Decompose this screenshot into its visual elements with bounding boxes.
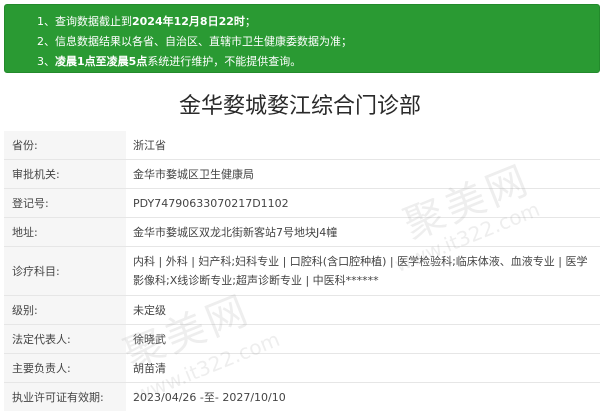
info-row: 法定代表人: 徐晓武: [4, 325, 600, 354]
info-row: 省份: 浙江省: [4, 131, 600, 160]
row-label: 级别:: [4, 296, 126, 324]
page-title: 金华婺城婺江综合门诊部: [178, 94, 421, 119]
row-label: 登记号:: [4, 189, 126, 217]
info-table: 省份: 浙江省 审批机关: 金华市婺城区卫生健康局 登记号: PDY74790633070…: [4, 131, 600, 411]
notice-text: 系统进行维护，不能提供查询。: [147, 55, 302, 68]
notice-text: 信息数据结果以各省、自治区、直辖市卫生健康委数据为准；: [55, 35, 352, 48]
info-row: 登记号: PDY74790633070217D1102: [4, 189, 600, 218]
notice-emphasis: 凌晨1点至凌晨5点: [55, 55, 148, 68]
notice-text: ；: [244, 15, 256, 28]
notice-line: 1、查询数据截止到2024年12月8日22时；: [37, 12, 599, 32]
row-label: 执业许可证有效期:: [4, 383, 126, 411]
row-label: 审批机关:: [4, 160, 126, 188]
notice-line: 2、信息数据结果以各省、自治区、直辖市卫生健康委数据为准；: [37, 32, 599, 52]
info-row: 审批机关: 金华市婺城区卫生健康局: [4, 160, 600, 189]
row-label: 诊疗科目:: [4, 247, 126, 295]
row-label: 主要负责人:: [4, 354, 126, 382]
row-value: 胡苗清: [133, 361, 166, 375]
notice-number: 3、: [37, 55, 55, 68]
row-value: PDY74790633070217D1102: [133, 196, 289, 210]
notice-emphasis: 2024年12月8日22时: [132, 15, 245, 28]
row-label: 省份:: [4, 131, 126, 159]
row-value: 内科 | 外科 | 妇产科;妇科专业 | 口腔科(含口腔种植) | 医学检验科;…: [133, 255, 588, 287]
notice-text: 查询数据截止到: [55, 15, 132, 28]
row-label: 地址:: [4, 218, 126, 246]
info-row: 诊疗科目: 内科 | 外科 | 妇产科;妇科专业 | 口腔科(含口腔种植) | 医…: [4, 247, 600, 296]
row-value: 金华市婺城区双龙北街新客站7号地块J4幢: [133, 225, 338, 239]
row-value: 金华市婺城区卫生健康局: [133, 167, 254, 181]
row-value: 徐晓武: [133, 332, 166, 346]
notice-number: 2、: [37, 35, 55, 48]
row-value: 浙江省: [133, 138, 166, 152]
info-row: 地址: 金华市婺城区双龙北街新客站7号地块J4幢: [4, 218, 600, 247]
info-row: 级别: 未定级: [4, 296, 600, 325]
notice-line: 3、凌晨1点至凌晨5点系统进行维护，不能提供查询。: [37, 52, 599, 72]
row-value: 2023/04/26 -至- 2027/10/10: [133, 390, 286, 404]
row-value: 未定级: [133, 303, 166, 317]
info-row: 主要负责人: 胡苗清: [4, 354, 600, 383]
notice-banner: 1、查询数据截止到2024年12月8日22时； 2、信息数据结果以各省、自治区、直…: [4, 4, 600, 73]
info-row: 执业许可证有效期: 2023/04/26 -至- 2027/10/10: [4, 383, 600, 411]
notice-number: 1、: [37, 15, 55, 28]
row-label: 法定代表人:: [4, 325, 126, 353]
